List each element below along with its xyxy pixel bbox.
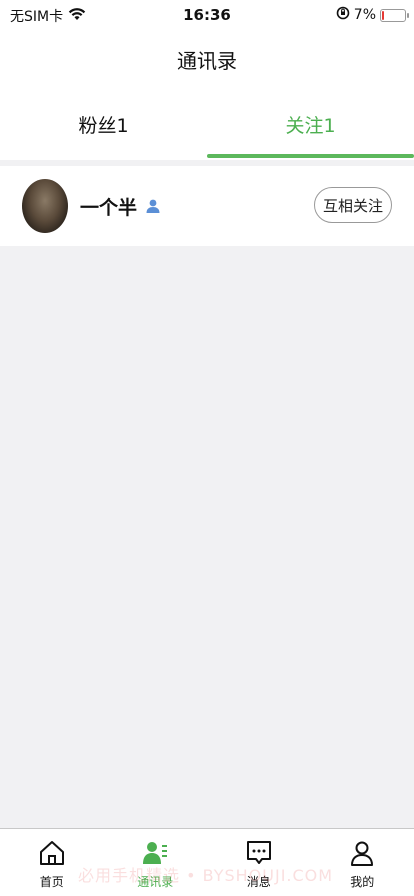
battery-icon (380, 8, 409, 22)
profile-icon (348, 839, 376, 871)
tab-fans[interactable]: 粉丝1 (0, 88, 207, 160)
status-right: 7% (336, 6, 409, 24)
mutual-follow-button[interactable]: 互相关注 (313, 187, 392, 223)
message-icon (245, 839, 273, 871)
orientation-lock-icon (336, 6, 350, 24)
contacts-icon (141, 839, 169, 871)
tabbar-label-home: 首页 (39, 875, 64, 889)
tabbar-label-profile: 我的 (350, 875, 375, 889)
list-item[interactable]: 一个半 互相关注 (0, 166, 414, 246)
tabbar-item-contacts[interactable]: 通讯录 (104, 829, 208, 896)
battery-percent: 7% (353, 7, 376, 23)
contact-list: 一个半 互相关注 (0, 166, 414, 246)
person-icon (145, 198, 161, 214)
tab-following[interactable]: 关注1 (207, 88, 414, 160)
bottom-tab-bar: 首页 通讯录 消息 我的 (0, 828, 414, 896)
home-icon (38, 839, 66, 871)
battery-fill (382, 10, 384, 20)
tabbar-label-contacts: 通讯录 (137, 875, 174, 889)
tab-bar: 粉丝1 关注1 (0, 88, 414, 160)
page-title: 通讯录 (177, 48, 237, 73)
contact-name: 一个半 (80, 196, 138, 219)
status-bar: 无SIM卡 16:36 7% (0, 0, 414, 30)
tabbar-item-messages[interactable]: 消息 (207, 829, 311, 896)
tabbar-label-messages: 消息 (246, 875, 271, 889)
nav-bar: 通讯录 (0, 30, 414, 88)
tabbar-item-home[interactable]: 首页 (0, 829, 104, 896)
avatar[interactable] (22, 179, 68, 233)
tabbar-item-profile[interactable]: 我的 (311, 829, 414, 896)
